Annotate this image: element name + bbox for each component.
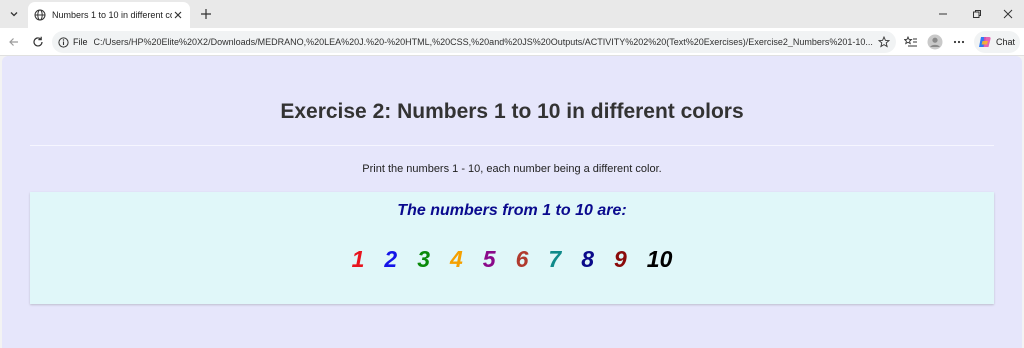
globe-icon — [34, 9, 46, 21]
number-item: 9 — [613, 246, 627, 272]
refresh-icon — [33, 36, 43, 47]
restore-button[interactable] — [960, 0, 994, 28]
avatar-icon — [927, 34, 943, 50]
close-tab-button[interactable] — [171, 8, 185, 22]
back-button[interactable] — [3, 31, 25, 53]
minimize-button[interactable] — [926, 0, 960, 28]
number-item: 6 — [515, 246, 529, 272]
page-viewport: Exercise 2: Numbers 1 to 10 in different… — [0, 56, 1024, 348]
number-item: 8 — [581, 246, 594, 272]
chat-label: Chat — [996, 37, 1016, 47]
number-item: 4 — [450, 246, 463, 272]
browser-tab[interactable]: Numbers 1 to 10 in different colors — [28, 2, 190, 28]
copilot-chat-button[interactable]: Chat — [974, 31, 1020, 53]
settings-and-more-button[interactable] — [948, 31, 970, 53]
numbers-heading: The numbers from 1 to 10 are: — [397, 202, 627, 219]
number-item: 7 — [548, 246, 562, 272]
copilot-icon — [979, 37, 991, 47]
favorite-button[interactable] — [876, 34, 892, 50]
number-item: 1 — [351, 246, 365, 272]
arrow-left-icon — [9, 38, 18, 46]
number-item: 3 — [417, 246, 430, 272]
exercise-description: Print the numbers 1 - 10, each number be… — [362, 163, 662, 175]
address-bar[interactable]: File C:/Users/HP%20Elite%20X2/Downloads/… — [52, 31, 896, 53]
info-icon — [58, 36, 69, 48]
page-body: Exercise 2: Numbers 1 to 10 in different… — [2, 56, 1022, 348]
close-icon — [1003, 9, 1013, 19]
numbers-panel: The numbers from 1 to 10 are: 1 2 3 4 5 … — [30, 192, 994, 304]
minimize-icon — [939, 13, 947, 15]
new-tab-button[interactable] — [196, 4, 216, 24]
profile-button[interactable] — [924, 31, 946, 53]
numbers-list: 1 2 3 4 5 6 7 8 9 10 — [30, 246, 994, 273]
divider — [30, 145, 994, 146]
url-text[interactable]: C:/Users/HP%20Elite%20X2/Downloads/MEDRA… — [94, 37, 884, 47]
tab-actions-menu-button[interactable] — [4, 4, 24, 24]
page-title: Exercise 2: Numbers 1 to 10 in different… — [280, 100, 744, 123]
plus-icon — [201, 9, 211, 19]
more-horizontal-icon — [953, 40, 965, 44]
file-scheme-label: File — [73, 37, 88, 47]
chevron-down-icon — [10, 12, 18, 17]
close-icon — [174, 11, 182, 19]
restore-icon — [973, 10, 981, 18]
number-item: 5 — [482, 246, 496, 272]
close-window-button[interactable] — [992, 0, 1024, 28]
number-item: 10 — [646, 246, 673, 272]
tab-title: Numbers 1 to 10 in different colors — [52, 10, 172, 20]
tab-strip: Numbers 1 to 10 in different colors — [0, 0, 1024, 28]
favorites-button[interactable] — [900, 31, 922, 53]
star-icon — [878, 36, 890, 48]
favorites-icon — [904, 36, 917, 47]
number-item: 2 — [384, 246, 398, 272]
refresh-button[interactable] — [27, 31, 49, 53]
browser-toolbar: File C:/Users/HP%20Elite%20X2/Downloads/… — [0, 28, 1024, 56]
